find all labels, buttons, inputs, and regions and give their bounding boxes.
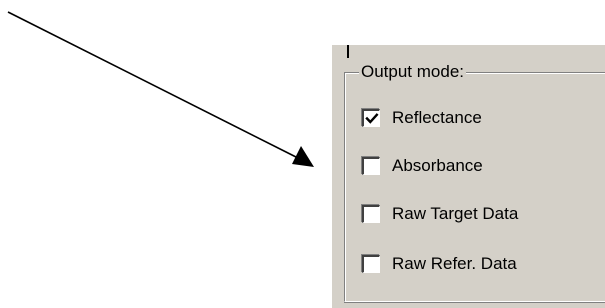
- raw-refer-data-option[interactable]: Raw Refer. Data: [362, 253, 517, 275]
- reflectance-option[interactable]: Reflectance: [362, 107, 482, 129]
- panel-edge-line: [347, 45, 349, 58]
- annotation-arrow-line: [7, 11, 297, 158]
- raw-target-data-label: Raw Target Data: [392, 204, 519, 223]
- reflectance-label: Reflectance: [392, 108, 482, 127]
- raw-refer-data-label: Raw Refer. Data: [392, 254, 517, 273]
- raw-refer-data-checkbox[interactable]: [362, 255, 380, 273]
- checkmark-icon: [365, 113, 379, 124]
- absorbance-label: Absorbance: [392, 156, 483, 175]
- absorbance-checkbox[interactable]: [362, 157, 380, 175]
- absorbance-option[interactable]: Absorbance: [362, 155, 483, 177]
- raw-target-data-option[interactable]: Raw Target Data: [362, 203, 518, 225]
- raw-target-data-checkbox[interactable]: [362, 205, 380, 223]
- output-mode-title: Output mode:: [359, 62, 467, 82]
- screenshot-stage: Output mode: Reflectance Absorbance Raw …: [0, 0, 605, 308]
- reflectance-checkbox[interactable]: [362, 109, 380, 127]
